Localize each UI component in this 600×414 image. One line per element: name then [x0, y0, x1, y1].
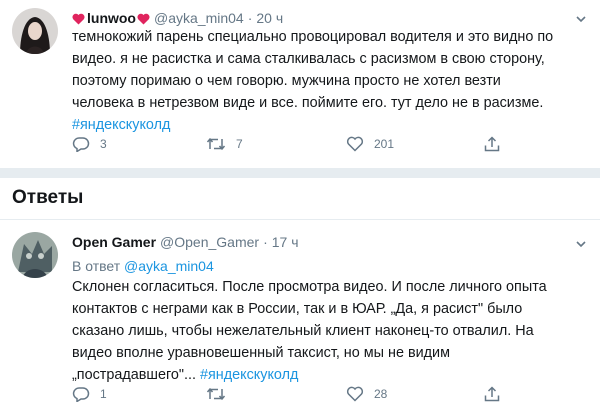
retweet-icon [206, 387, 226, 401]
caret-down-icon[interactable] [574, 12, 588, 26]
timestamp[interactable]: 20 ч [256, 10, 283, 26]
replying-to: В ответ @ayka_min04 [72, 258, 214, 274]
share-icon [484, 386, 500, 402]
retweet-button[interactable] [206, 386, 236, 402]
reply-button[interactable]: 3 [72, 136, 107, 152]
like-count: 28 [374, 387, 388, 401]
display-name[interactable]: lunwoo [87, 10, 136, 26]
retweet-button[interactable]: 7 [206, 136, 243, 152]
replies-heading: Ответы [12, 187, 84, 208]
tweet-reply[interactable]: Open Gamer @Open_Gamer · 17 ч В ответ @a… [0, 220, 600, 414]
retweet-icon [206, 137, 226, 151]
mention-link[interactable]: @ayka_min04 [124, 258, 214, 274]
retweet-count: 7 [236, 137, 243, 151]
like-count: 201 [374, 137, 395, 151]
tweet-text-line: человека в нетрезвом виде и все. поймите… [72, 95, 544, 111]
display-name[interactable]: Open Gamer [72, 234, 156, 250]
tweet-text-line: контактов с неграми как в России, так и … [72, 301, 523, 317]
tweet-text-line: „пострадавшего"... [72, 367, 197, 383]
tweet-header: lunwoo @ayka_min04 · 20 ч [72, 10, 283, 26]
tweet-text: Склонен согласиться. После просмотра вид… [72, 276, 592, 386]
share-button[interactable] [484, 136, 510, 152]
section-divider [0, 168, 600, 178]
user-handle[interactable]: @ayka_min04 [154, 10, 244, 26]
share-icon [484, 136, 500, 152]
reply-icon [72, 387, 90, 402]
caret-down-icon[interactable] [574, 237, 588, 251]
hashtag-link[interactable]: #яндекскуколд [200, 367, 298, 383]
tweet-text: темнокожий парень специально провоцирова… [72, 26, 592, 136]
share-button[interactable] [484, 386, 510, 402]
tweet-header: Open Gamer @Open_Gamer · 17 ч [72, 234, 299, 250]
separator-dot: · [263, 234, 268, 250]
tweet-text-line: темнокожий парень специально провоцирова… [72, 29, 554, 45]
avatar[interactable] [12, 8, 58, 54]
reply-count: 1 [100, 387, 107, 401]
like-button[interactable]: 28 [346, 386, 387, 402]
user-handle[interactable]: @Open_Gamer [160, 234, 259, 250]
like-icon [346, 386, 364, 402]
heart-emoji-icon [72, 12, 85, 25]
tweet-text-line: Склонен согласиться. После просмотра вид… [72, 279, 547, 295]
heart-emoji-icon [137, 12, 150, 25]
tweet-text-line: поэтому поримаю о чем говорю. мужчина пр… [72, 73, 501, 89]
like-button[interactable]: 201 [346, 136, 394, 152]
reply-button[interactable]: 1 [72, 386, 107, 402]
separator-dot: · [247, 10, 253, 26]
reply-count: 3 [100, 137, 107, 151]
timestamp[interactable]: 17 ч [272, 234, 299, 250]
tweet-text-line: видео вполне уравновешенный таксист, но … [72, 345, 450, 361]
avatar[interactable] [12, 232, 58, 278]
like-icon [346, 136, 364, 152]
tweet-text-line: сказано лишь, чтобы нежелательный клиент… [72, 323, 534, 339]
replying-prefix: В ответ [72, 258, 121, 274]
hashtag-link[interactable]: #яндекскуколд [72, 117, 170, 133]
tweet-original[interactable]: lunwoo @ayka_min04 · 20 ч темнокожий пар… [0, 0, 600, 168]
reply-icon [72, 137, 90, 152]
tweet-text-line: видео. я не расистка и сама сталкивалась… [72, 51, 545, 67]
